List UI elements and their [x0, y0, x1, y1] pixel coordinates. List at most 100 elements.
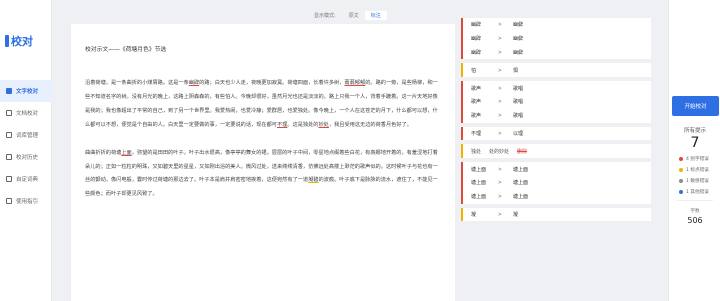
sidebar-item[interactable]: 自定词典: [0, 168, 52, 190]
suggestion-to: 幽僻: [513, 49, 524, 56]
start-proofread-button[interactable]: 开始校对: [672, 96, 719, 116]
sidebar-item-label: 文字校对: [16, 89, 39, 95]
text-run: 沿着荷塘，是一条曲折的小煤屑路。这是一条: [85, 80, 189, 86]
suggestion-from: 歌声: [471, 113, 482, 120]
suggestion-row[interactable]: 歌声 ➤ 歌唱: [461, 94, 651, 109]
nav-item-icon: [6, 132, 12, 138]
suggestion-to: 惧: [513, 67, 519, 74]
sidebar-item[interactable]: 文档校对: [0, 102, 52, 124]
sidebar-item-label: 自定词典: [16, 177, 39, 183]
suggestion-to: 歌唱: [513, 99, 524, 106]
sidebar-item-label: 使用指引: [16, 199, 39, 205]
arrow-right-icon: ➤: [497, 112, 503, 120]
suggestion-to: 幽僻: [513, 36, 524, 43]
suggestion-row[interactable]: 凝 ➤ 凝: [461, 207, 651, 222]
nav-item-icon: [6, 176, 12, 182]
status-dot-icon: [679, 190, 683, 194]
sidebar-item[interactable]: 使用指引: [0, 190, 52, 212]
text-run: 曲曲折折的荷塘: [85, 149, 122, 156]
sidebar-item[interactable]: 文字校对: [0, 80, 52, 102]
suggestion-row[interactable]: 幽辟 ➤ 幽僻: [461, 18, 651, 32]
error-stat: 4 别字错误: [679, 156, 709, 162]
nav-item-icon: [6, 110, 12, 116]
text-run: ，我且受用这无边的荷香月色好了。: [328, 121, 412, 128]
status-dot-icon: [679, 179, 683, 183]
flagged-word[interactable]: 上面: [121, 150, 131, 156]
suggestion-from: 歌声: [471, 99, 482, 106]
suggestion-row[interactable]: 塘上面 ➤ 塘上面: [461, 189, 651, 204]
suggestion-row[interactable]: 歌声 ➤ 歌唱: [461, 81, 651, 95]
suggestion-row[interactable]: 不理 ➤ 以理: [461, 126, 651, 141]
flagged-word[interactable]: 幽辟: [189, 80, 199, 86]
text-run: 的路；白天也少人走，夜晚更加寂寞。荷塘四面，长着许多树，: [199, 80, 345, 86]
document-title: 校对示文——《荷塘月色》节选: [85, 47, 167, 53]
suggestion-context: 独处: [471, 148, 482, 155]
suggestion-from: 幽辟: [471, 22, 482, 29]
error-stat-label: 1 标点错误: [686, 168, 709, 173]
suggestion-row[interactable]: 幽辟 ➤ 幽僻: [461, 45, 651, 60]
display-mode-option[interactable]: 原文: [343, 11, 365, 20]
suggestion-group: 凝 ➤ 凝: [461, 207, 651, 222]
app-title: 校对: [11, 35, 33, 48]
sidebar-item-label: 文档校对: [16, 111, 39, 117]
result-count: 7: [690, 135, 700, 151]
arrow-right-icon: ➤: [497, 66, 503, 74]
suggestion-to: 以理: [513, 130, 524, 137]
suggestion-group: 幽辟 ➤ 幽僻 幽辟 ➤ 幽僻 幽辟 ➤ 幽僻: [461, 18, 651, 60]
suggestion-group: 塘上面 ➤ 塘上面 塘上面 ➤ 塘上面 塘上面 ➤ 塘上面: [461, 162, 651, 204]
display-mode-label: 显示模式:: [314, 13, 336, 19]
arrow-right-icon: ➤: [497, 179, 503, 187]
suggestion-from: 不理: [471, 130, 482, 137]
sidebar-item[interactable]: 校对历史: [0, 146, 52, 168]
flagged-word[interactable]: 不理: [277, 122, 287, 128]
document-editor[interactable]: 校对示文——《荷塘月色》节选 沿着荷塘，是一条曲折的小煤屑路。这是一条幽辟的路；…: [71, 24, 455, 301]
arrow-right-icon: ➤: [497, 129, 503, 137]
app-logo: 校对: [5, 33, 33, 49]
suggestion-row[interactable]: 怕 ➤ 惧: [461, 63, 651, 78]
error-stat: 1 标点错误: [679, 167, 709, 173]
sidebar-item[interactable]: 词库管理: [0, 124, 52, 146]
suggestion-to: 塘上面: [513, 166, 529, 173]
suggestion-to: 歌唱: [513, 85, 524, 92]
display-mode-switch: 显示模式: 原文 标注: [314, 10, 388, 21]
error-stat-label: 4 别字错误: [686, 157, 709, 162]
arrow-right-icon: ➤: [497, 84, 503, 92]
suggestion-group: 不理 ➤ 以理: [461, 126, 651, 141]
arrow-right-icon: ➤: [497, 48, 503, 56]
suggestion-row[interactable]: 塘上面 ➤ 塘上面: [461, 175, 651, 190]
suggestion-row[interactable]: 幽辟 ➤ 幽僻: [461, 31, 651, 46]
suggestion-original: 处的妙处: [489, 148, 510, 155]
arrow-right-icon: ➤: [497, 21, 503, 29]
suggestion-from: 塘上面: [471, 166, 487, 173]
arrow-right-icon: ➤: [497, 210, 503, 218]
flagged-word[interactable]: 凝碧: [308, 177, 318, 183]
suggestion-delete: 删除: [517, 148, 528, 155]
summary-panel: 开始校对 所有提示 7 4 别字错误 1 标点错误 1 敏感错误 1 其他错误 字数 …: [668, 0, 720, 301]
suggestion-to: 歌唱: [513, 113, 524, 120]
document-paragraph: 曲曲折折的荷塘上面，弥望的是田田的叶子。叶子出水很高，像亭亭的舞女的裙。层层的叶…: [85, 147, 441, 203]
error-stat: 1 敏感错误: [679, 178, 709, 184]
suggestion-to: 凝: [513, 211, 519, 218]
suggestion-row[interactable]: 塘上面 ➤ 塘上面: [461, 162, 651, 176]
suggestion-from: 塘上面: [471, 194, 487, 201]
suggestion-row[interactable]: 独处 处的妙处 删除: [461, 144, 651, 159]
suggestion-from: 幽辟: [471, 36, 482, 43]
word-count-label: 字数: [690, 209, 700, 214]
arrow-right-icon: ➤: [497, 165, 503, 173]
sidebar: 校对 文字校对文档校对词库管理校对历史自定词典使用指引: [0, 0, 52, 301]
flagged-word[interactable]: 蓊蓊郁郁: [344, 80, 365, 86]
suggestion-row[interactable]: 歌声 ➤ 歌唱: [461, 108, 651, 123]
error-stat: 1 其他错误: [679, 189, 709, 195]
suggestion-group: 独处 处的妙处 删除: [461, 144, 651, 159]
suggestion-from: 塘上面: [471, 180, 487, 187]
arrow-right-icon: ➤: [497, 98, 503, 106]
divider: [677, 200, 713, 201]
sidebar-nav: 文字校对文档校对词库管理校对历史自定词典使用指引: [0, 80, 52, 212]
sidebar-item-label: 校对历史: [16, 155, 39, 161]
display-mode-option[interactable]: 标注: [364, 11, 387, 20]
error-stat-label: 1 敏感错误: [686, 179, 709, 184]
suggestion-from: 怕: [471, 67, 477, 74]
flagged-word[interactable]: 妙处: [318, 122, 328, 128]
document-paragraph: 沿着荷塘，是一条曲折的小煤屑路。这是一条幽辟的路；白天也少人走，夜晚更加寂寞。荷…: [85, 77, 441, 133]
logo-mark-icon: [5, 35, 9, 47]
